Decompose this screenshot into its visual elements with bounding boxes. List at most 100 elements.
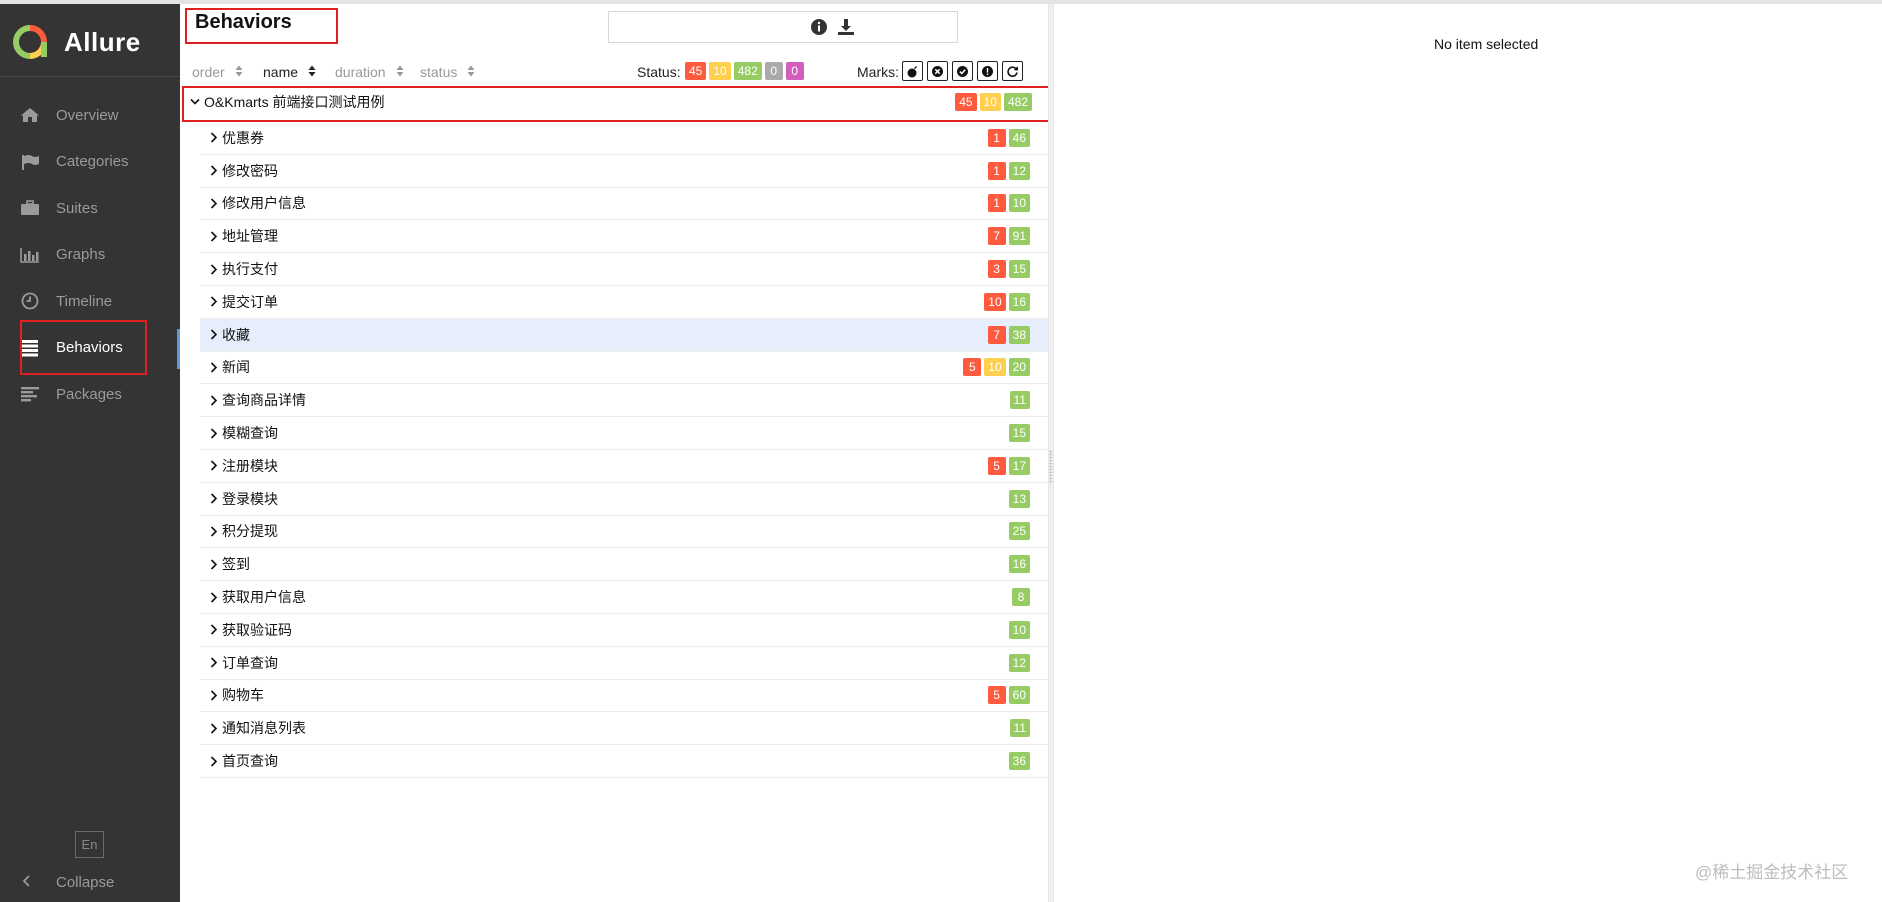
sidebar-item-label: Suites bbox=[56, 199, 98, 217]
sidebar-item-overview[interactable]: Overview bbox=[0, 92, 180, 139]
tree-row[interactable]: 登录模块 13 bbox=[200, 483, 1048, 516]
tree-row-counts: 3 15 bbox=[987, 260, 1030, 279]
status-filter-broken[interactable]: 10 bbox=[709, 62, 731, 80]
sort-icon bbox=[308, 64, 316, 80]
count-failed: 1 bbox=[987, 194, 1006, 213]
tree-row[interactable]: 获取用户信息 8 bbox=[200, 581, 1048, 614]
count-passed: 15 bbox=[1008, 424, 1030, 443]
tree-row[interactable]: 积分提现 25 bbox=[200, 516, 1048, 549]
download-icon[interactable] bbox=[835, 16, 857, 38]
tree-row-counts: 16 bbox=[1008, 555, 1030, 574]
sort-label: order bbox=[192, 64, 225, 80]
count-passed: 16 bbox=[1008, 292, 1030, 311]
tree-row[interactable]: 执行支付 3 15 bbox=[200, 253, 1048, 286]
tree-row[interactable]: 模糊查询 15 bbox=[200, 417, 1048, 450]
briefcase-icon bbox=[18, 198, 42, 218]
sidebar-item-graphs[interactable]: Graphs bbox=[0, 232, 180, 279]
sort-order[interactable]: order bbox=[192, 64, 243, 80]
tree-row[interactable]: 获取验证码 10 bbox=[200, 614, 1048, 647]
count-failed: 1 bbox=[987, 161, 1006, 180]
tree-row[interactable]: 收藏 7 38 bbox=[200, 318, 1048, 352]
mark-new-broken-button[interactable] bbox=[977, 61, 998, 81]
mark-new-failed-button[interactable] bbox=[927, 61, 948, 81]
tree-row[interactable]: 修改用户信息 1 10 bbox=[200, 188, 1048, 221]
tree-row-name: 修改密码 bbox=[222, 162, 278, 179]
sort-duration[interactable]: duration bbox=[335, 64, 404, 80]
tree-root-row[interactable]: O&Kmarts 前端接口测试用例 45 10 482 bbox=[180, 86, 1048, 118]
language-button[interactable]: En bbox=[75, 831, 104, 858]
sidebar-item-packages[interactable]: Packages bbox=[0, 371, 180, 418]
tree-row[interactable]: 签到 16 bbox=[200, 548, 1048, 582]
highlight-box-behaviors bbox=[20, 320, 147, 375]
app-name: Allure bbox=[64, 26, 141, 57]
refresh-icon bbox=[1007, 65, 1018, 77]
nav-separator bbox=[0, 76, 180, 77]
count-failed: 45 bbox=[955, 93, 977, 111]
count-failed: 10 bbox=[984, 292, 1006, 311]
tree-row-name: 首页查询 bbox=[222, 753, 278, 770]
tree-row[interactable]: 优惠券 1 46 bbox=[200, 122, 1048, 155]
info-icon[interactable] bbox=[808, 16, 830, 38]
count-broken: 10 bbox=[979, 93, 1001, 111]
count-passed: 482 bbox=[1003, 93, 1032, 111]
tree-row-name: 地址管理 bbox=[222, 228, 278, 245]
bar-chart-icon bbox=[18, 245, 42, 265]
status-filter-failed[interactable]: 45 bbox=[685, 62, 707, 80]
tree-row-name: 提交订单 bbox=[222, 293, 278, 310]
splitter-grip-icon[interactable] bbox=[1049, 450, 1053, 484]
mark-new-passed-button[interactable] bbox=[952, 61, 973, 81]
chevron-right-icon bbox=[210, 755, 218, 767]
tree-row[interactable]: 提交订单 10 16 bbox=[200, 286, 1048, 319]
status-filter-label: Status: bbox=[637, 64, 681, 80]
mark-flaky-button[interactable] bbox=[902, 61, 923, 81]
tree-row[interactable]: 地址管理 7 91 bbox=[200, 220, 1048, 254]
allure-logo-icon bbox=[12, 24, 48, 60]
brand[interactable]: Allure bbox=[12, 22, 141, 62]
sidebar-item-suites[interactable]: Suites bbox=[0, 185, 180, 232]
sort-status[interactable]: status bbox=[420, 64, 475, 80]
tree-row[interactable]: 新闻 5 10 20 bbox=[200, 352, 1048, 385]
align-left-icon bbox=[18, 384, 42, 404]
tree-row[interactable]: 购物车 5 60 bbox=[200, 680, 1048, 713]
tree-row-name: 模糊查询 bbox=[222, 425, 278, 442]
chevron-right-icon bbox=[210, 690, 218, 701]
count-broken: 10 bbox=[984, 358, 1006, 377]
tree-list: 优惠券 1 46 修改密码 1 12 修改用户信息 1 10 地址管理 7 91 执行支付 3 15 提交订单… bbox=[200, 122, 1048, 778]
sort-name[interactable]: name bbox=[263, 64, 316, 80]
chevron-right-icon bbox=[210, 329, 218, 340]
tree-row-counts: 10 bbox=[1008, 620, 1030, 639]
tree-row-counts: 1 10 bbox=[987, 194, 1030, 213]
tree-row[interactable]: 修改密码 1 12 bbox=[200, 155, 1048, 188]
status-filter-passed[interactable]: 482 bbox=[733, 62, 762, 80]
tree-row-name: 通知消息列表 bbox=[222, 720, 306, 737]
tree-row[interactable]: 通知消息列表 11 bbox=[200, 712, 1048, 746]
collapse-button[interactable]: Collapse bbox=[22, 874, 114, 891]
tree-row[interactable]: 查询商品详情 11 bbox=[200, 384, 1048, 418]
bomb-icon bbox=[907, 65, 917, 77]
chevron-right-icon bbox=[210, 723, 218, 734]
tree-row-counts: 1 12 bbox=[987, 161, 1030, 180]
status-filter-unknown[interactable]: 0 bbox=[785, 62, 804, 80]
sidebar-item-categories[interactable]: Categories bbox=[0, 139, 180, 186]
tree-row-name: 注册模块 bbox=[222, 457, 278, 474]
mark-retries-button[interactable] bbox=[1002, 61, 1023, 81]
check-circle-icon bbox=[957, 65, 968, 77]
tree-row[interactable]: 首页查询 36 bbox=[200, 745, 1048, 778]
count-passed: 46 bbox=[1008, 128, 1030, 147]
sort-label: duration bbox=[335, 64, 386, 80]
tree-row[interactable]: 注册模块 5 17 bbox=[200, 450, 1048, 483]
count-passed: 16 bbox=[1008, 555, 1030, 574]
sidebar-item-timeline[interactable]: Timeline bbox=[0, 278, 180, 325]
chevron-right-icon bbox=[210, 591, 218, 603]
search-input[interactable] bbox=[608, 11, 958, 43]
tree-row-name: 优惠券 bbox=[222, 129, 264, 146]
status-filter-skipped[interactable]: 0 bbox=[764, 62, 783, 80]
tree-row-name: 修改用户信息 bbox=[222, 195, 306, 212]
count-passed: 91 bbox=[1008, 227, 1030, 246]
sidebar-item-label: Graphs bbox=[56, 246, 106, 264]
tree-row-name: 登录模块 bbox=[222, 490, 278, 507]
tree-row[interactable]: 订单查询 12 bbox=[200, 647, 1048, 680]
tree-row-counts: 7 91 bbox=[987, 227, 1030, 246]
tree-row-name: 积分提现 bbox=[222, 523, 278, 540]
count-passed: 12 bbox=[1008, 161, 1030, 180]
